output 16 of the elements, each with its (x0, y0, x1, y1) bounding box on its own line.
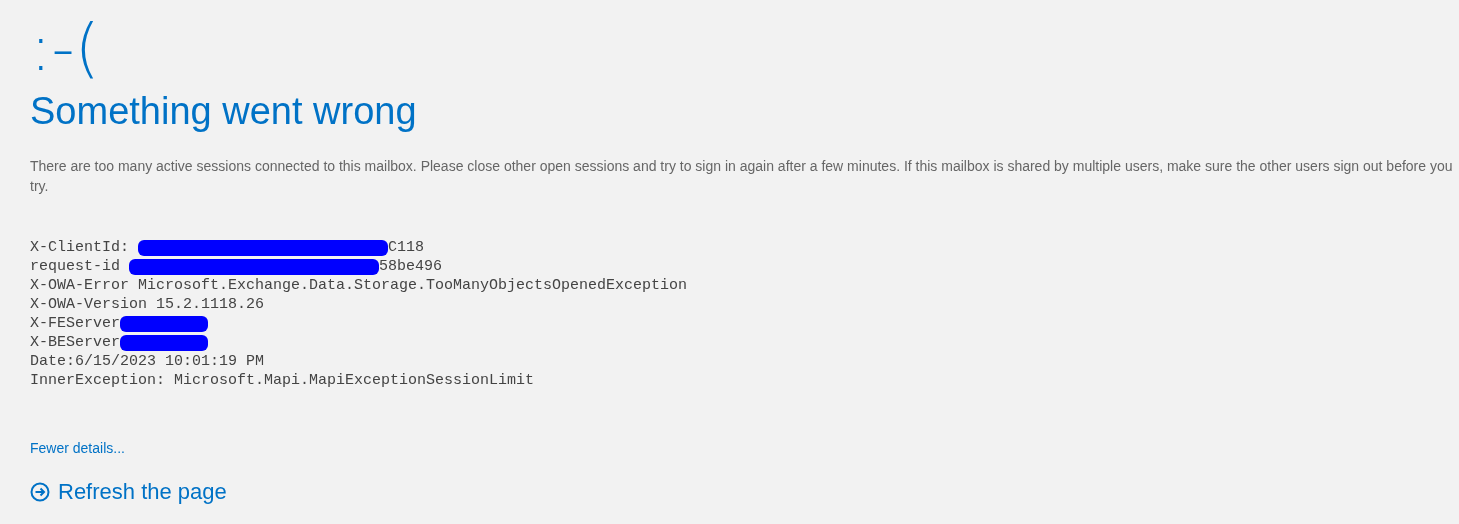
detail-text: Date:6/15/2023 10:01:19 PM (30, 352, 265, 371)
detail-text: 58be496 (379, 257, 443, 276)
detail-text: request-id (30, 257, 121, 276)
refresh-button[interactable]: Refresh the page (30, 478, 227, 506)
detail-text: X-OWA-Version 15.2.1118.26 (30, 295, 265, 314)
error-title: Something went wrong (30, 89, 418, 134)
error-message: There are too many active sessions connected to this mailbox. Please close other open sessions and try to sign in again after a few minutes. If this mailbox is shared by multiple users, make sure the other users sign out before you try. (30, 157, 1454, 196)
detail-text: InnerException: Microsoft.Mapi.MapiExceptionSessionLimit (30, 371, 535, 390)
sad-face: :-( (30, 10, 101, 87)
fewer-details-link[interactable]: Fewer details... (30, 440, 125, 456)
detail-text: X-BEServer (30, 333, 120, 352)
detail-text: X-FEServer (30, 314, 120, 333)
detail-text: C118 (388, 238, 425, 257)
arrow-circle-icon (30, 482, 50, 502)
detail-text: X-OWA-Error Microsoft.Exchange.Data.Storage.TooManyObjectsOpenedException (30, 276, 688, 295)
detail-text: X-ClientId: (30, 238, 131, 257)
